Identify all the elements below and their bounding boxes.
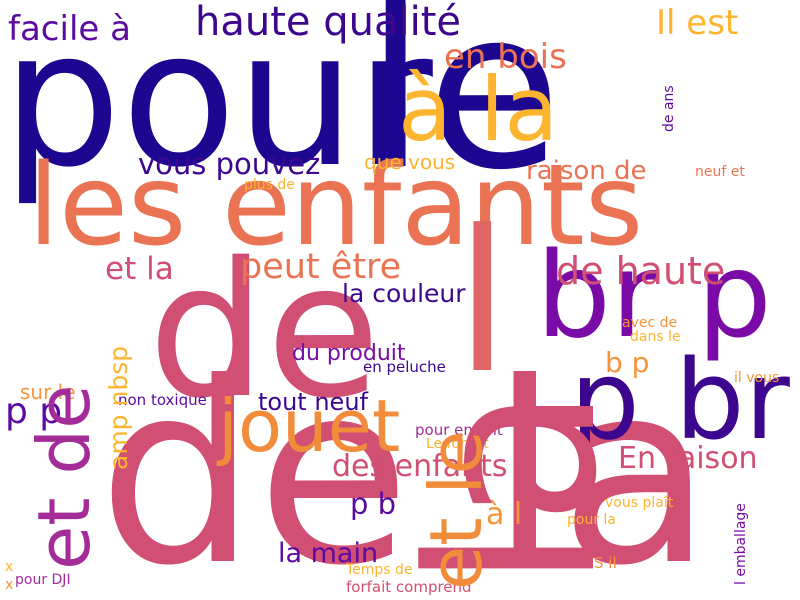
- word-amp-nbsp: amp nbsp: [104, 345, 133, 470]
- word-il-est: Il est: [656, 3, 739, 43]
- word-a-la: à la: [398, 58, 559, 161]
- word-et-le: et le: [414, 430, 498, 590]
- word-x: x: [5, 559, 14, 575]
- word-de-ans: de ans: [661, 85, 677, 132]
- word-et-la: et la: [105, 251, 174, 287]
- word-avec-de: avec de: [622, 315, 678, 331]
- word-il-vous: il vous: [734, 370, 780, 386]
- word-l-emballage: l emballage: [733, 503, 749, 585]
- word-facile-a: facile à: [8, 9, 131, 49]
- word-haute-qualite: haute qualité: [195, 0, 461, 45]
- word-que-vous: que vous: [364, 150, 456, 174]
- word-plus-de: plus de: [244, 177, 295, 193]
- word-raison-de: raison de: [526, 156, 647, 186]
- word-en-bois: en bois: [444, 37, 567, 77]
- word-en-peluche: en peluche: [363, 358, 446, 376]
- word-tout-neuf: tout neuf: [258, 388, 368, 416]
- word-x-2: x: [5, 577, 14, 593]
- word-neuf-et: neuf et: [695, 164, 745, 180]
- word-cloud: pour le les enfants de de la l br p p br…: [0, 0, 800, 600]
- word-de-haute: de haute: [556, 249, 726, 293]
- word-la-couleur: la couleur: [342, 279, 466, 308]
- word-vous-pouvez: vous pouvez: [138, 147, 321, 181]
- word-et-de: et de: [22, 384, 106, 570]
- word-b-p: b p: [605, 346, 650, 379]
- word-pour-dji: pour DJI: [15, 572, 71, 588]
- word-dans-le: dans le: [630, 329, 681, 345]
